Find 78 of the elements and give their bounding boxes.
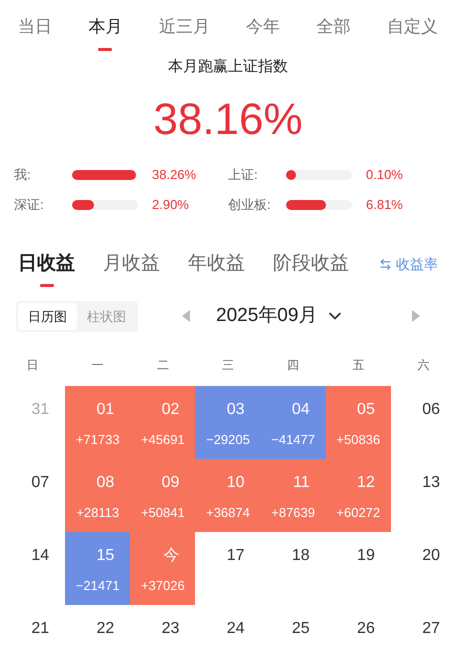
day-amount: +45691 (140, 431, 186, 449)
day-cell[interactable]: 04 −41477 (260, 386, 326, 459)
day-number: 10 (226, 473, 245, 493)
comparison-label: 深证: (14, 196, 45, 214)
comparison-reading: 6.81% (366, 196, 403, 214)
weekday-label: 三 (220, 357, 235, 374)
day-number: 31 (31, 400, 50, 420)
summary-value: 38.16% (153, 94, 303, 146)
day-number: 06 (422, 400, 440, 420)
day-number: 27 (422, 619, 440, 639)
day-amount: +37026 (140, 577, 186, 595)
day-number: 09 (162, 473, 180, 493)
day-number: 19 (357, 546, 375, 566)
month-title: 2025年09月 (216, 304, 318, 328)
day-number: 25 (292, 619, 310, 639)
day-number: 15 (96, 546, 114, 566)
day-amount: −41477 (270, 431, 316, 449)
view-toggle-option[interactable]: 日历图 (18, 302, 77, 330)
previous-month-icon[interactable] (182, 310, 190, 322)
next-month-icon[interactable] (412, 310, 420, 322)
day-number: 14 (31, 546, 50, 566)
day-number: 07 (31, 473, 50, 493)
day-number: 22 (96, 619, 114, 639)
day-amount: +28113 (75, 504, 120, 522)
earning-tab[interactable]: 年收益 (188, 250, 245, 278)
summary-title: 本月跑赢上证指数 (168, 56, 288, 76)
day-amount: −29205 (205, 431, 251, 449)
day-number: 23 (162, 619, 180, 639)
earning-tab[interactable]: 日收益 (18, 250, 75, 278)
earning-tab[interactable]: 阶段收益 (273, 250, 349, 278)
day-number: 24 (226, 619, 245, 639)
day-number: 05 (357, 400, 375, 420)
earning-tab[interactable]: 月收益 (103, 250, 160, 278)
weekday-label: 日 (26, 357, 40, 374)
day-number: 02 (162, 400, 180, 420)
day-number: 11 (293, 473, 310, 493)
day-cell[interactable]: 03 −29205 (195, 386, 261, 459)
day-number: 13 (422, 473, 440, 493)
day-number: 今 (163, 546, 180, 566)
day-number: 04 (292, 400, 310, 420)
tab-underline (98, 48, 112, 51)
period-tab[interactable]: 自定义 (386, 14, 438, 40)
period-tab[interactable]: 近三月 (158, 14, 210, 40)
rate-toggle-button[interactable]: 收益率 (379, 254, 438, 275)
comparison-reading: 38.26% (152, 166, 196, 184)
period-tab[interactable]: 本月 (88, 14, 122, 40)
period-tab[interactable]: 当日 (18, 14, 52, 40)
day-number: 21 (31, 619, 50, 639)
day-amount: +71733 (74, 431, 121, 449)
day-number: 01 (96, 400, 114, 420)
weekday-label: 五 (351, 357, 366, 374)
comparison-reading: 2.90% (152, 196, 189, 214)
day-number: 17 (226, 546, 245, 566)
tab-underline (40, 284, 54, 287)
day-amount: +50836 (335, 431, 382, 449)
day-amount: +36874 (205, 504, 251, 522)
comparison-reading: 0.10% (366, 166, 403, 184)
weekday-label: 二 (156, 357, 170, 374)
day-number: 26 (357, 619, 375, 639)
day-amount: +50841 (140, 504, 186, 522)
day-amount: +87639 (270, 504, 316, 522)
weekday-label: 四 (286, 357, 300, 374)
comparison-label: 创业板: (228, 196, 272, 214)
day-amount: −21471 (74, 577, 121, 595)
day-number: 12 (357, 473, 375, 493)
day-number: 20 (422, 546, 440, 566)
comparison-label: 我: (14, 166, 32, 184)
weekday-label: 一 (90, 357, 105, 374)
day-number: 08 (96, 473, 114, 493)
weekday-label: 六 (416, 357, 430, 374)
day-number: 03 (226, 400, 245, 420)
day-amount: +60272 (335, 504, 382, 522)
swap-icon (379, 258, 392, 271)
period-tab[interactable]: 全部 (316, 14, 351, 40)
day-cell[interactable]: 15 −21471 (65, 532, 130, 605)
comparison-label: 上证: (228, 166, 259, 184)
day-number: 18 (292, 546, 310, 566)
period-tab[interactable]: 今年 (246, 14, 280, 40)
